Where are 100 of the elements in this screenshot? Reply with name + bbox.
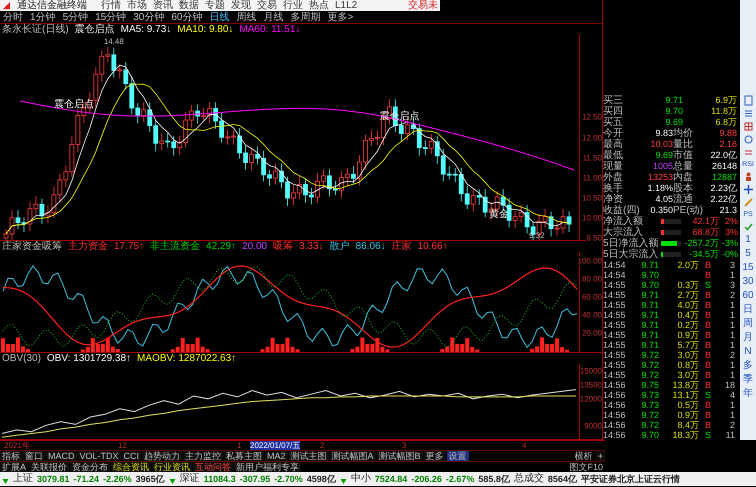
menu-item[interactable]: 发现 <box>231 0 251 11</box>
period-tab[interactable]: 30分钟 <box>133 12 164 22</box>
info-tab[interactable]: 综合资讯 <box>111 462 152 472</box>
stat-label: 最低 <box>603 150 624 161</box>
indicator-tab[interactable]: 趋势动力 <box>142 451 182 461</box>
axis-label: 12.00 <box>582 133 602 142</box>
period-button[interactable]: 周 <box>743 318 753 330</box>
circle-icon[interactable] <box>742 134 754 145</box>
period-tab[interactable]: 60分钟 <box>171 12 202 22</box>
tick-count: 1 <box>728 320 735 330</box>
period-tab[interactable]: 多周期 <box>290 12 320 22</box>
index-name: 中小 <box>350 473 371 485</box>
stat-label: 换手 <box>603 183 624 194</box>
menu-item[interactable]: 资讯 <box>153 0 173 11</box>
axis-label: 20.00 <box>582 328 602 338</box>
tick-time: 14:56 <box>603 380 627 390</box>
add-tab[interactable]: + <box>596 451 605 461</box>
menu-item[interactable]: 行情 <box>101 0 121 11</box>
period-button[interactable]: 15 <box>742 262 754 274</box>
indicator-tab[interactable]: 更多 <box>424 451 446 461</box>
period-tab[interactable]: 月线 <box>264 12 284 22</box>
tick-side: B <box>704 320 712 330</box>
f10-tab[interactable]: 图文F10 <box>567 462 605 472</box>
period-button[interactable]: 30 <box>742 276 754 288</box>
stat-value: 26148 <box>710 161 737 172</box>
tick-price: 9.72 <box>640 370 659 380</box>
indicator-tab[interactable]: 指标 <box>0 451 22 461</box>
indicator-tab[interactable]: 测试主图 <box>288 451 329 461</box>
menu-item[interactable]: 数据 <box>179 0 199 11</box>
period-button[interactable]: 60 <box>742 290 754 302</box>
info-tab[interactable]: 资金分布 <box>70 462 110 472</box>
tick-time: 14:56 <box>603 410 627 420</box>
indicator-label: 庄家 <box>392 241 412 252</box>
period-tab[interactable]: 更多> <box>328 12 354 22</box>
stat-value: 9.88 <box>718 128 737 139</box>
period-button[interactable]: 多 <box>743 360 753 372</box>
period-button[interactable]: 日 <box>743 304 753 316</box>
source-text: 平安证券北京上证云行情 <box>580 473 680 485</box>
period-tab[interactable]: 分时 <box>3 12 23 22</box>
tick-volume: 2.0万 <box>677 260 699 270</box>
move-icon[interactable] <box>742 184 754 195</box>
date-label: 1 <box>237 441 242 450</box>
info-tab[interactable]: 扩展A <box>0 462 28 472</box>
flow-label: 大宗流入 <box>603 227 643 238</box>
tick-time: 14:55 <box>603 300 627 310</box>
index-value: 7524.84 <box>374 473 408 485</box>
period-button[interactable]: 1 <box>745 234 751 246</box>
total-label: 总成交 <box>514 473 544 485</box>
document-icon[interactable] <box>742 95 754 106</box>
tick-count: 18 <box>724 380 735 390</box>
period-tab[interactable]: 日线 <box>210 12 230 22</box>
period-button[interactable]: 季 <box>743 374 753 386</box>
tick-time: 14:55 <box>603 330 627 340</box>
info-tab[interactable]: 新用户福利专享 <box>234 462 302 472</box>
tick-side: S <box>704 390 712 400</box>
list-icon[interactable] <box>742 108 754 119</box>
indicator-tab[interactable]: 测试幅图A <box>330 451 376 461</box>
indicator-label: 散户 <box>330 241 350 252</box>
period-tab[interactable]: 5分钟 <box>62 12 88 22</box>
axis-label: 9.50 <box>586 233 602 242</box>
check-icon[interactable] <box>742 221 754 232</box>
menu-item[interactable]: 行业 <box>283 0 303 11</box>
tick-side: B <box>704 380 712 390</box>
tick-side: B <box>704 300 712 310</box>
indicator-value: 17.75↑ <box>114 241 144 252</box>
tick-price: 9.71 <box>640 330 659 340</box>
stat-value: 1005 <box>652 161 673 172</box>
info-tab[interactable]: 关联报价 <box>29 462 70 472</box>
date-label: 4 <box>522 441 526 450</box>
ma-legend: MA10: 9.80↓ <box>177 24 234 35</box>
indicator-tab[interactable]: MA2 <box>265 451 288 461</box>
axis-label: 15000 <box>580 366 602 376</box>
menu-item[interactable]: 专题 <box>205 0 225 11</box>
period-tab[interactable]: 周线 <box>236 12 256 22</box>
info-tab[interactable]: 行业资讯 <box>152 462 192 472</box>
signal-legend: 震仓启点 <box>74 24 115 35</box>
period-tab[interactable]: 1分钟 <box>30 12 56 22</box>
horizontal-tab[interactable]: 横析 <box>572 451 595 461</box>
period-button[interactable]: 月 <box>743 332 753 344</box>
period-tab[interactable]: 15分钟 <box>95 12 126 22</box>
indicator-tab[interactable]: 主力监控 <box>183 451 224 461</box>
indicator-tab[interactable]: 窗口 <box>23 451 45 461</box>
axis-label: 11.00 <box>582 173 602 182</box>
indicator-tab[interactable]: 测试幅图B <box>376 451 423 461</box>
menu-item[interactable]: 热点 <box>309 0 329 11</box>
period-button[interactable]: N <box>744 346 752 358</box>
info-tab[interactable]: 互动问答 <box>193 462 234 472</box>
indicator-tab[interactable]: CCI <box>122 451 142 461</box>
indicator-tab[interactable]: 私募主图 <box>224 451 264 461</box>
period-button[interactable]: 5 <box>745 248 751 260</box>
indicator-value: 86.06↓ <box>356 241 386 252</box>
stat-label: PE(动) <box>673 205 704 216</box>
indicator-tab[interactable]: MACD <box>46 451 76 461</box>
indicator-tab[interactable]: 设置 <box>446 451 469 461</box>
tick-time: 14:55 <box>603 310 627 320</box>
indicator-tab[interactable]: VOL-TDX <box>78 451 121 461</box>
grid-icon[interactable] <box>742 121 754 132</box>
index-change: -206.26 <box>411 473 442 485</box>
menu-item[interactable]: L1L2 <box>335 0 358 11</box>
period-button[interactable]: 年 <box>743 388 753 400</box>
